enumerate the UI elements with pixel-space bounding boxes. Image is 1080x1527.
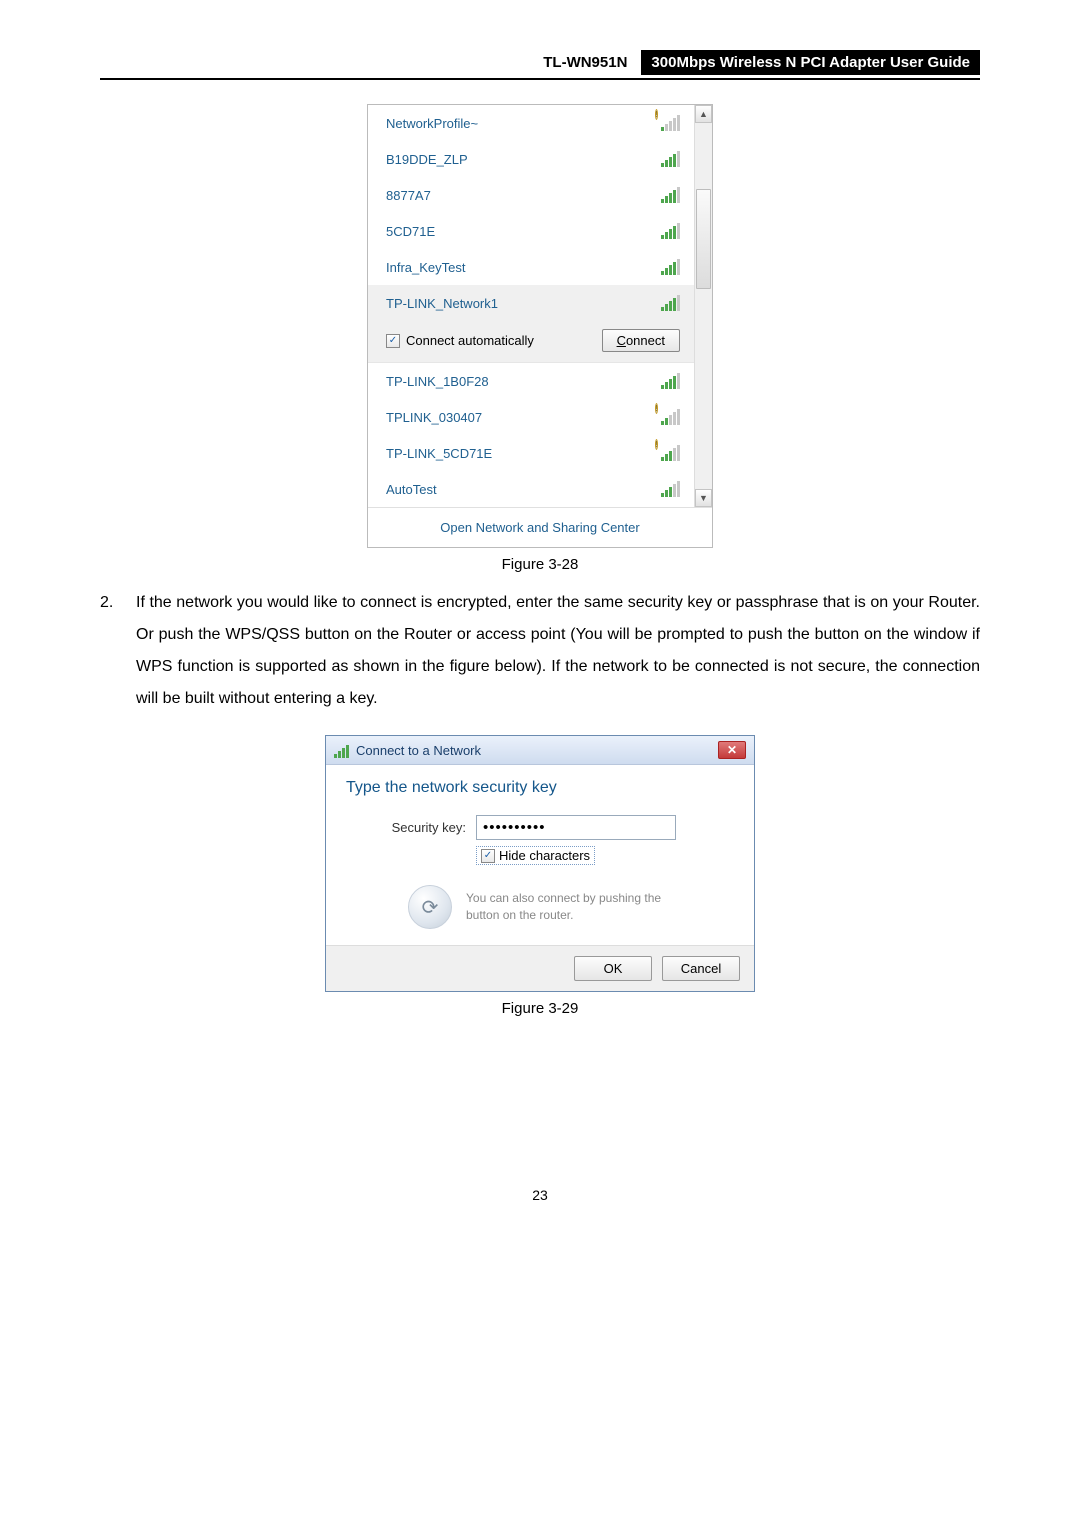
scroll-track[interactable] bbox=[695, 123, 712, 489]
step-text: If the network you would like to connect… bbox=[136, 587, 980, 715]
router-hint-row: ⟳ You can also connect by pushing the bu… bbox=[408, 885, 734, 929]
wifi-name: NetworkProfile~ bbox=[386, 116, 478, 131]
signal-icon: ! bbox=[661, 115, 680, 131]
dialog-footer: OK Cancel bbox=[326, 945, 754, 991]
scroll-up-button[interactable]: ▲ bbox=[695, 105, 712, 123]
wifi-item[interactable]: 5CD71E bbox=[368, 213, 694, 249]
dialog-heading: Type the network security key bbox=[346, 779, 734, 797]
wifi-name: TP-LINK_5CD71E bbox=[386, 446, 492, 461]
wifi-icon bbox=[334, 742, 350, 758]
connect-row: ✓ Connect automatically Connect bbox=[368, 321, 694, 363]
dialog-title: Connect to a Network bbox=[356, 743, 481, 758]
connect-auto-label: Connect automatically bbox=[406, 333, 534, 348]
page-number: 23 bbox=[100, 1187, 980, 1203]
checkbox-icon: ✓ bbox=[386, 334, 400, 348]
wifi-item[interactable]: TP-LINK_5CD71E ! bbox=[368, 435, 694, 471]
wifi-name: TP-LINK_1B0F28 bbox=[386, 374, 489, 389]
connect-button[interactable]: Connect bbox=[602, 329, 680, 352]
page-header: TL-WN951N300Mbps Wireless N PCI Adapter … bbox=[100, 50, 980, 80]
security-key-input[interactable]: •••••••••• bbox=[476, 815, 676, 840]
ok-button[interactable]: OK bbox=[574, 956, 652, 981]
scroll-down-button[interactable]: ▼ bbox=[695, 489, 712, 507]
wifi-name: AutoTest bbox=[386, 482, 437, 497]
wifi-name: 5CD71E bbox=[386, 224, 435, 239]
model-number: TL-WN951N bbox=[529, 50, 641, 75]
signal-icon bbox=[661, 295, 680, 311]
dialog-titlebar: Connect to a Network ✕ bbox=[326, 736, 754, 765]
wifi-item[interactable]: TP-LINK_1B0F28 bbox=[368, 363, 694, 399]
signal-icon bbox=[661, 259, 680, 275]
hide-characters-checkbox[interactable]: ✓ Hide characters bbox=[476, 846, 595, 865]
step-number: 2. bbox=[100, 587, 122, 715]
open-network-sharing-link[interactable]: Open Network and Sharing Center bbox=[368, 507, 712, 547]
wifi-item[interactable]: B19DDE_ZLP bbox=[368, 141, 694, 177]
scrollbar[interactable]: ▲ ▼ bbox=[694, 105, 712, 507]
wifi-name: TP-LINK_Network1 bbox=[386, 296, 498, 311]
signal-icon bbox=[661, 151, 680, 167]
shield-icon: ! bbox=[655, 439, 658, 450]
wifi-item[interactable]: Infra_KeyTest bbox=[368, 249, 694, 285]
wifi-name: TPLINK_030407 bbox=[386, 410, 482, 425]
signal-icon bbox=[661, 373, 680, 389]
router-hint-text: You can also connect by pushing the butt… bbox=[466, 890, 661, 924]
shield-icon: ! bbox=[655, 109, 658, 120]
wifi-network-panel: NetworkProfile~ ! B19DDE_ZLP 8877A7 5CD7… bbox=[367, 104, 713, 548]
wifi-item-selected[interactable]: TP-LINK_Network1 bbox=[368, 285, 694, 321]
wifi-name: Infra_KeyTest bbox=[386, 260, 466, 275]
connect-to-network-dialog: Connect to a Network ✕ Type the network … bbox=[325, 735, 755, 992]
wifi-list: NetworkProfile~ ! B19DDE_ZLP 8877A7 5CD7… bbox=[368, 105, 712, 507]
checkbox-icon: ✓ bbox=[481, 849, 495, 863]
hide-characters-label: Hide characters bbox=[499, 848, 590, 863]
scroll-thumb[interactable] bbox=[696, 189, 711, 289]
signal-icon bbox=[661, 187, 680, 203]
guide-title: 300Mbps Wireless N PCI Adapter User Guid… bbox=[641, 50, 980, 75]
wifi-name: B19DDE_ZLP bbox=[386, 152, 468, 167]
wifi-name: 8877A7 bbox=[386, 188, 431, 203]
router-icon: ⟳ bbox=[408, 885, 452, 929]
wifi-item[interactable]: AutoTest bbox=[368, 471, 694, 507]
wifi-item[interactable]: NetworkProfile~ ! bbox=[368, 105, 694, 141]
signal-icon bbox=[661, 223, 680, 239]
signal-icon: ! bbox=[661, 445, 680, 461]
cancel-button[interactable]: Cancel bbox=[662, 956, 740, 981]
shield-icon: ! bbox=[655, 403, 658, 414]
security-key-label: Security key: bbox=[346, 820, 466, 835]
step-2: 2. If the network you would like to conn… bbox=[100, 587, 980, 715]
figure-caption: Figure 3-29 bbox=[100, 1000, 980, 1017]
signal-icon bbox=[661, 481, 680, 497]
connect-automatically-checkbox[interactable]: ✓ Connect automatically bbox=[386, 333, 534, 348]
wifi-item[interactable]: 8877A7 bbox=[368, 177, 694, 213]
close-button[interactable]: ✕ bbox=[718, 741, 746, 759]
figure-caption: Figure 3-28 bbox=[100, 556, 980, 573]
wifi-item[interactable]: TPLINK_030407 ! bbox=[368, 399, 694, 435]
signal-icon: ! bbox=[661, 409, 680, 425]
